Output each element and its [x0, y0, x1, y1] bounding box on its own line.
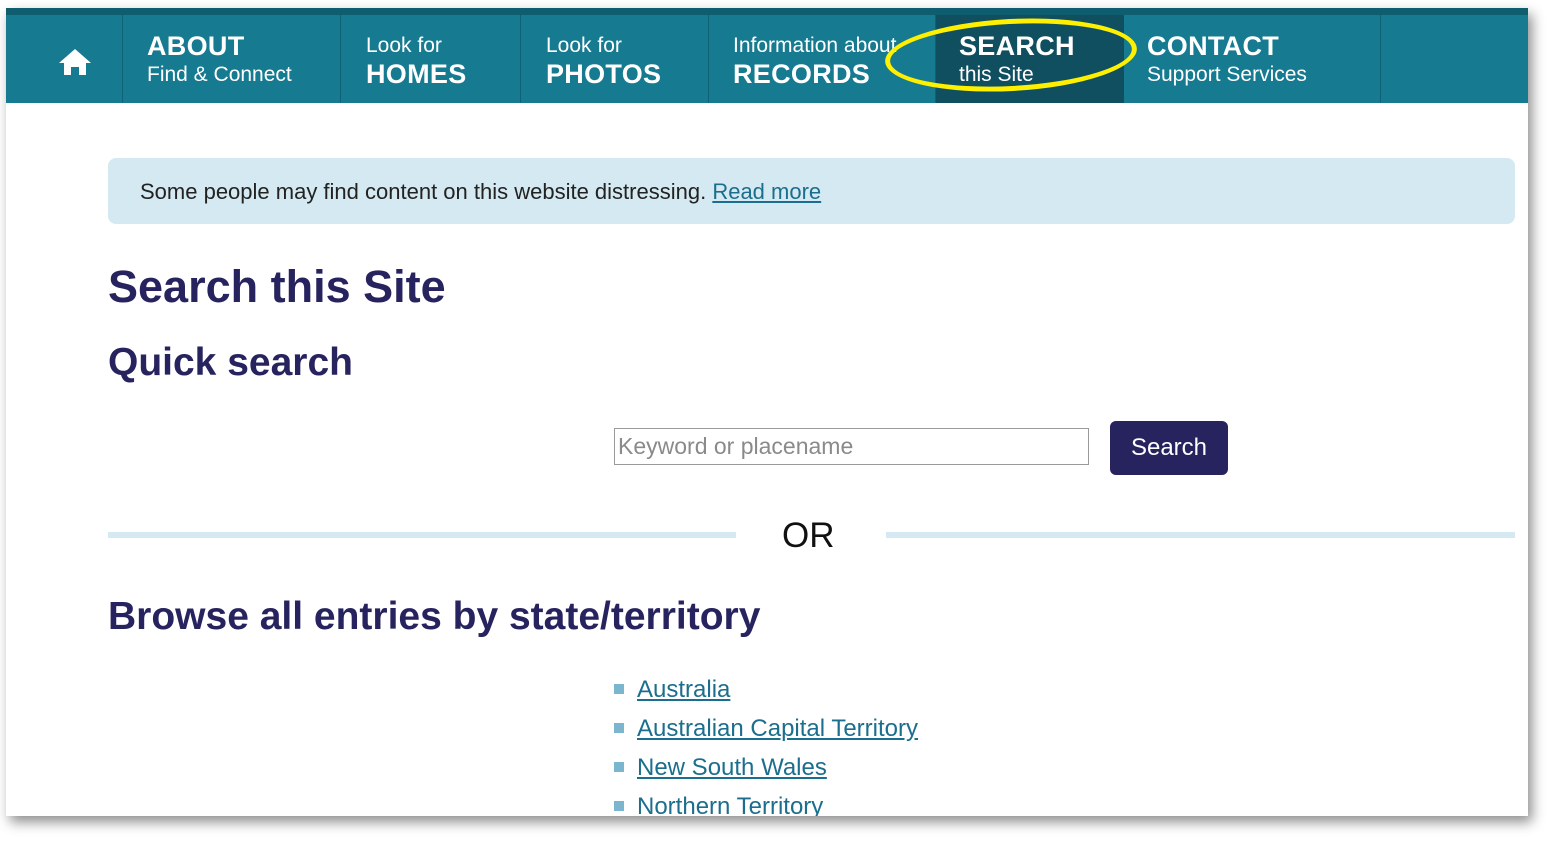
- notice-text-line: Some people may find content on this web…: [140, 179, 821, 205]
- bullet-icon: [614, 723, 624, 733]
- nav-contact-subtitle: Support Services: [1147, 63, 1307, 86]
- notice-message: Some people may find content on this web…: [140, 179, 707, 204]
- nav-homes-subtitle: Look for: [366, 34, 442, 57]
- quick-search-heading: Quick search: [108, 341, 353, 384]
- browser-page: ABOUT Find & Connect Look for HOMES Look…: [6, 8, 1528, 816]
- state-link-act[interactable]: Australian Capital Territory: [637, 715, 918, 743]
- main-navigation: ABOUT Find & Connect Look for HOMES Look…: [6, 8, 1528, 103]
- nav-homes-title: HOMES: [366, 59, 467, 89]
- nav-about-subtitle: Find & Connect: [147, 63, 292, 86]
- content-warning-notice: Some people may find content on this web…: [108, 158, 1515, 224]
- nav-photos-title: PHOTOS: [546, 59, 662, 89]
- nav-photos-subtitle: Look for: [546, 34, 622, 57]
- nav-search-title: SEARCH: [959, 31, 1075, 61]
- nav-contact[interactable]: CONTACT Support Services: [1124, 15, 1381, 103]
- bullet-icon: [614, 684, 624, 694]
- nav-search-subtitle: this Site: [959, 63, 1034, 86]
- bullet-icon: [614, 762, 624, 772]
- read-more-link[interactable]: Read more: [712, 179, 821, 204]
- or-divider-text: OR: [782, 516, 835, 555]
- state-link-nt[interactable]: Northern Territory: [637, 793, 823, 816]
- divider-left: [108, 532, 736, 538]
- state-link-nsw[interactable]: New South Wales: [637, 754, 827, 782]
- home-icon: [59, 49, 91, 75]
- nav-homes[interactable]: Look for HOMES: [341, 15, 521, 103]
- nav-about-title: ABOUT: [147, 31, 245, 61]
- nav-contact-title: CONTACT: [1147, 31, 1280, 61]
- page-title: Search this Site: [108, 261, 446, 312]
- nav-about[interactable]: ABOUT Find & Connect: [123, 15, 341, 103]
- bullet-icon: [614, 801, 624, 811]
- nav-search-active[interactable]: SEARCH this Site: [936, 15, 1124, 103]
- nav-records-subtitle: Information about: [733, 34, 897, 57]
- search-input[interactable]: [614, 428, 1089, 465]
- browse-heading: Browse all entries by state/territory: [108, 595, 761, 638]
- nav-photos[interactable]: Look for PHOTOS: [521, 15, 709, 103]
- nav-records[interactable]: Information about RECORDS: [709, 15, 936, 103]
- search-button[interactable]: Search: [1110, 421, 1228, 475]
- divider-right: [886, 532, 1515, 538]
- state-link-australia[interactable]: Australia: [637, 676, 730, 704]
- nav-records-title: RECORDS: [733, 59, 871, 89]
- nav-home[interactable]: [6, 15, 123, 103]
